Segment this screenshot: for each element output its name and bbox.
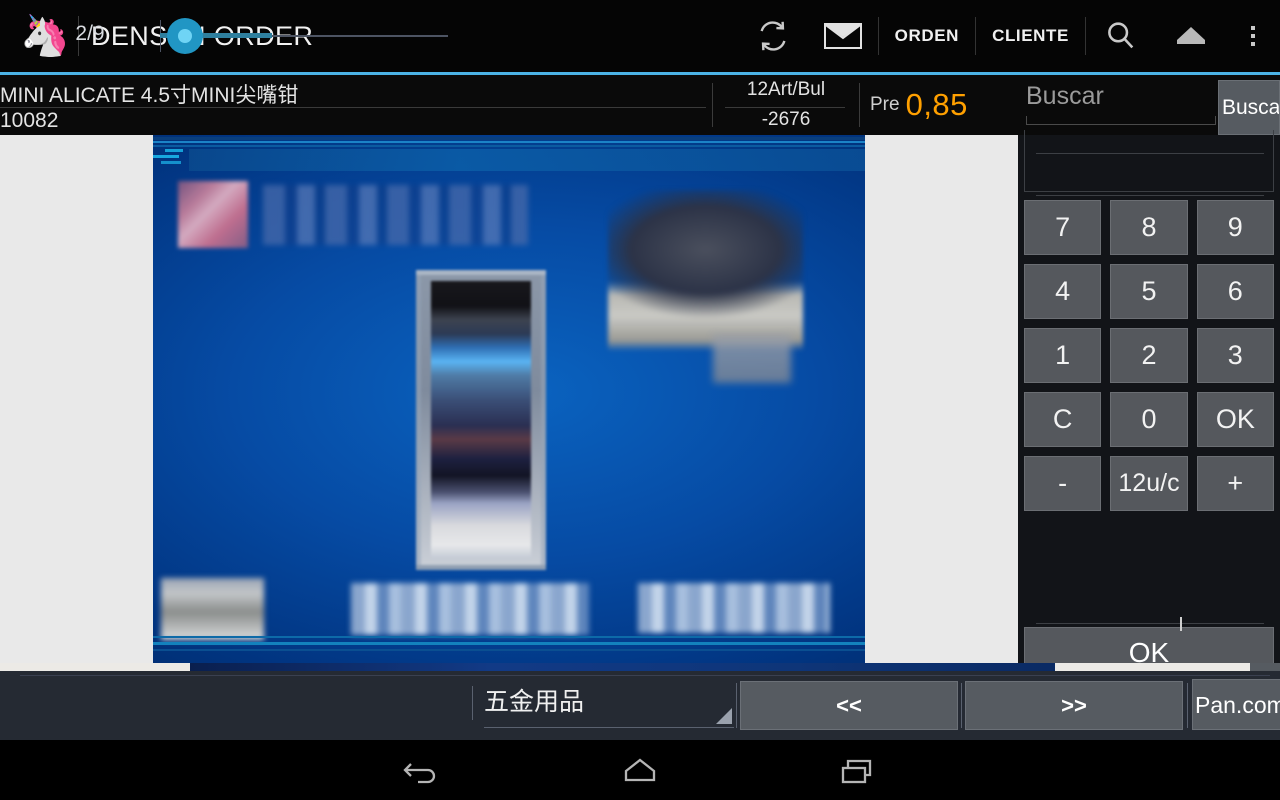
panel-line-3 (1036, 623, 1264, 624)
key-clear[interactable]: C (1024, 392, 1102, 447)
poster-device-screen (431, 281, 531, 559)
poster-device-card (416, 270, 546, 570)
product-code: 10082 (0, 109, 59, 132)
back-icon (403, 763, 436, 784)
search-submit-button[interactable]: Buscar (1218, 80, 1280, 135)
key-2[interactable]: 2 (1110, 328, 1188, 383)
poster-title-blurred (263, 185, 528, 245)
bottom-divider-2 (961, 683, 962, 728)
price-column: Pre 0,85 (860, 75, 1018, 135)
key-unit-toggle[interactable]: 12u/c (1110, 456, 1188, 511)
slider-thumb[interactable] (178, 29, 192, 43)
refresh-button[interactable] (738, 0, 808, 72)
key-8[interactable]: 8 (1110, 200, 1188, 255)
poster-tile-right (638, 583, 830, 633)
android-recent-apps-button[interactable] (812, 740, 902, 800)
key-5[interactable]: 5 (1110, 264, 1188, 319)
image-progress-strip (0, 663, 1280, 671)
product-column: MINI ALICATE 4.5寸MINI尖嘴钳 10082 (0, 75, 712, 135)
search-icon (1108, 22, 1134, 49)
keypad-row: C 0 OK (1024, 392, 1274, 447)
bulk-ratio: 12Art/Bul (746, 79, 826, 100)
content-area (0, 135, 1018, 670)
page-indicator: 2/9 (75, 22, 105, 45)
key-3[interactable]: 3 (1196, 328, 1274, 383)
poster-logo-blurred (178, 181, 248, 248)
home-icon (624, 758, 656, 782)
key-4[interactable]: 4 (1024, 264, 1102, 319)
product-info-strip: MINI ALICATE 4.5寸MINI尖嘴钳 10082 12Art/Bul… (0, 75, 1280, 135)
bottom-divider-1 (736, 683, 737, 728)
keypad-row: - 12u/c + (1024, 456, 1274, 511)
bulk-stock: -2676 (761, 109, 811, 130)
key-7[interactable]: 7 (1024, 200, 1102, 255)
poster-tool-shadow-blurred (713, 335, 791, 383)
cliente-button[interactable]: CLIENTE (976, 0, 1085, 72)
next-page-button[interactable]: >> (965, 681, 1183, 730)
prev-page-button[interactable]: << (740, 681, 958, 730)
key-ok[interactable]: OK (1196, 392, 1274, 447)
bottom-bar-topline (20, 675, 1270, 676)
orden-button[interactable]: ORDEN (879, 0, 975, 72)
key-9[interactable]: 9 (1196, 200, 1274, 255)
numeric-keypad: 7 8 9 4 5 6 1 2 3 C 0 OK - 12u/c + (1024, 200, 1274, 520)
price-label: Pre (870, 94, 900, 115)
panel-line-1 (1036, 153, 1264, 154)
quantity-field-box[interactable] (1024, 130, 1274, 192)
key-plus[interactable]: + (1196, 456, 1274, 511)
home-button[interactable] (1156, 0, 1226, 72)
key-6[interactable]: 6 (1196, 264, 1274, 319)
page-slider[interactable] (160, 18, 450, 54)
key-minus[interactable]: - (1024, 456, 1102, 511)
android-navigation-bar (0, 740, 1280, 800)
product-image[interactable] (153, 135, 865, 670)
keypad-row: 7 8 9 (1024, 200, 1274, 255)
poster-tile-center (351, 583, 589, 635)
home-icon (1177, 27, 1205, 44)
bottom-divider-3 (1187, 683, 1188, 728)
poster-top-decoration (153, 135, 865, 175)
search-column: Buscar (1018, 75, 1280, 135)
product-name: MINI ALICATE 4.5寸MINI尖嘴钳 (0, 84, 299, 107)
recent-apps-icon (841, 759, 872, 784)
refresh-icon (760, 21, 786, 51)
android-home-button[interactable] (595, 740, 685, 800)
overflow-menu-button[interactable] (1226, 0, 1280, 72)
app-root: 🦄 DENSEN ORDER ORDEN CLIENTE MINI ALICAT… (0, 0, 1280, 800)
product-name-underline (0, 107, 706, 108)
keypad-panel: 7 8 9 4 5 6 1 2 3 C 0 OK - 12u/c + OK (1018, 130, 1280, 679)
overflow-menu-icon (1251, 26, 1255, 46)
mail-icon (823, 23, 862, 49)
key-1[interactable]: 1 (1024, 328, 1102, 383)
text-caret (1180, 617, 1182, 631)
keypad-row: 1 2 3 (1024, 328, 1274, 383)
panel-line-2 (1036, 195, 1264, 196)
mail-button[interactable] (808, 0, 878, 72)
chevron-down-icon (716, 708, 732, 724)
search-input[interactable] (1026, 79, 1216, 113)
bulk-column: 12Art/Bul -2676 (713, 75, 859, 135)
category-underline (484, 727, 734, 728)
search-button[interactable] (1086, 0, 1156, 72)
category-label: 五金用品 (484, 688, 585, 716)
price-value: 0,85 (905, 87, 968, 122)
category-divider (472, 686, 473, 720)
android-back-button[interactable] (378, 740, 468, 800)
keypad-row: 4 5 6 (1024, 264, 1274, 319)
bulk-underline (725, 107, 845, 108)
key-0[interactable]: 0 (1110, 392, 1188, 447)
search-input-underline (1026, 116, 1216, 125)
category-spinner[interactable]: 五金用品 (484, 682, 736, 728)
poster-tile-left (161, 578, 264, 640)
pan-com-button[interactable]: Pan.com (1192, 679, 1280, 730)
